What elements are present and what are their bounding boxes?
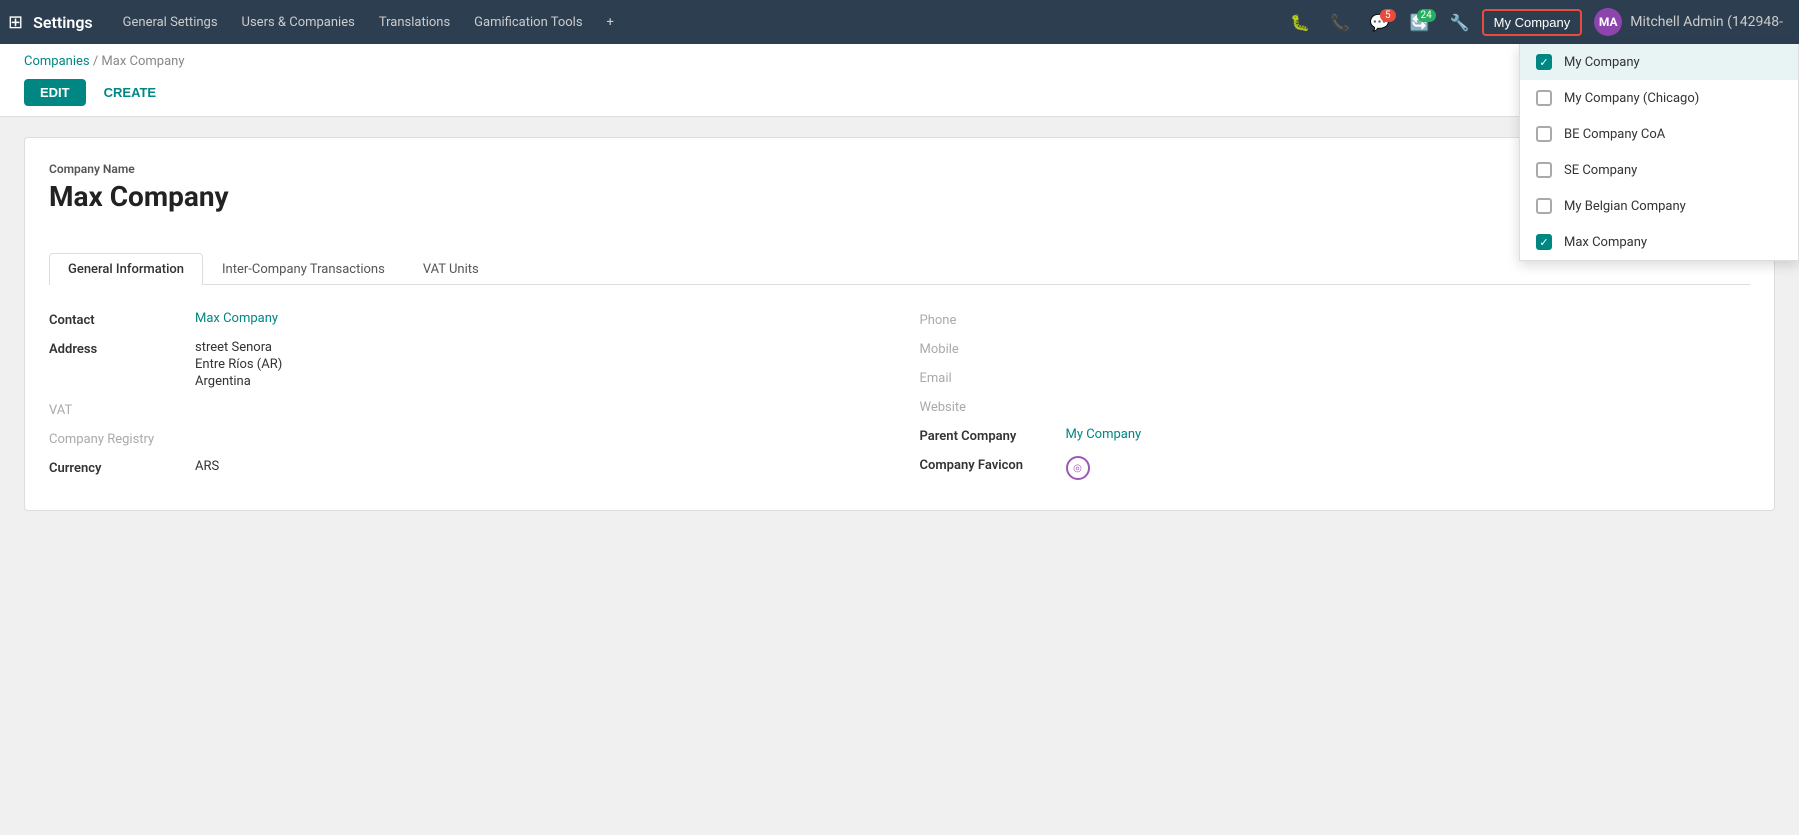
nav-general-settings[interactable]: General Settings (113, 9, 228, 36)
company-name-section: Company Name Max Company (49, 162, 229, 233)
nav-users-companies[interactable]: Users & Companies (232, 9, 365, 36)
nav-translations[interactable]: Translations (369, 9, 460, 36)
address-street: street Senora (195, 340, 282, 355)
mobile-label: Mobile (920, 340, 1050, 357)
chat-icon-btn[interactable]: 💬 5 (1362, 7, 1398, 38)
website-field: Website (920, 392, 1751, 421)
dropdown-checkbox-5[interactable]: ✓ (1536, 234, 1552, 250)
dropdown-label-0: My Company (1564, 55, 1640, 70)
currency-field: Currency ARS (49, 453, 880, 482)
company-header: Company Name Max Company A (49, 162, 1750, 252)
nav-plus[interactable]: + (597, 9, 624, 36)
phone-icon-btn[interactable]: 📞 (1322, 7, 1358, 38)
address-country: Argentina (195, 374, 282, 389)
phone-field: Phone (920, 305, 1751, 334)
user-menu[interactable]: MA Mitchell Admin (142948- (1586, 4, 1791, 40)
nav-gamification-tools[interactable]: Gamification Tools (464, 9, 592, 36)
tab-inter-company[interactable]: Inter-Company Transactions (203, 253, 404, 285)
favicon-icon[interactable]: ◎ (1066, 456, 1090, 480)
company-name-label: Company Name (49, 162, 229, 176)
action-bar: EDIT CREATE 🖨 Print ⚙ Action 1 / 1 (24, 73, 1775, 116)
company-name-value: Max Company (49, 180, 229, 213)
update-icon-btn[interactable]: 🔄 24 (1402, 7, 1438, 38)
vat-label: VAT (49, 401, 179, 418)
breadcrumb-parent[interactable]: Companies (24, 54, 90, 69)
address-region: Entre Ríos (AR) (195, 357, 282, 372)
dropdown-checkbox-0[interactable]: ✓ (1536, 54, 1552, 70)
form-right: Phone Mobile Email Website Parent Compan… (920, 305, 1751, 486)
dropdown-label-5: Max Company (1564, 235, 1647, 250)
parent-company-value[interactable]: My Company (1066, 427, 1142, 442)
mobile-field: Mobile (920, 334, 1751, 363)
website-label: Website (920, 398, 1050, 415)
currency-value: ARS (195, 459, 219, 474)
favicon-label: Company Favicon (920, 456, 1050, 473)
form-left: Contact Max Company Address street Senor… (49, 305, 880, 486)
parent-company-field: Parent Company My Company (920, 421, 1751, 450)
form-section: Contact Max Company Address street Senor… (49, 305, 1750, 486)
dropdown-checkbox-4[interactable] (1536, 198, 1552, 214)
favicon-field: Company Favicon ◎ (920, 450, 1751, 486)
address-field: Address street Senora Entre Ríos (AR) Ar… (49, 334, 880, 395)
breadcrumb: Companies / Max Company (24, 44, 1775, 73)
parent-company-label: Parent Company (920, 427, 1050, 444)
dropdown-checkbox-2[interactable] (1536, 126, 1552, 142)
dropdown-label-1: My Company (Chicago) (1564, 91, 1699, 106)
currency-label: Currency (49, 459, 179, 476)
dropdown-label-3: SE Company (1564, 163, 1637, 178)
address-label: Address (49, 340, 179, 357)
dropdown-item-4[interactable]: My Belgian Company (1520, 188, 1798, 224)
dropdown-item-2[interactable]: BE Company CoA (1520, 116, 1798, 152)
create-button[interactable]: CREATE (94, 79, 166, 106)
registry-label: Company Registry (49, 430, 179, 447)
user-avatar: MA (1594, 8, 1622, 36)
chat-badge: 5 (1380, 9, 1396, 22)
my-company-button[interactable]: My Company (1482, 9, 1583, 36)
contact-value[interactable]: Max Company (195, 311, 278, 326)
edit-button[interactable]: EDIT (24, 79, 86, 106)
wrench-icon-btn[interactable]: 🔧 (1442, 7, 1478, 38)
grid-icon[interactable]: ⊞ (8, 12, 23, 33)
address-value: street Senora Entre Ríos (AR) Argentina (195, 340, 282, 389)
update-badge: 24 (1417, 9, 1436, 22)
user-name: Mitchell Admin (142948- (1630, 14, 1783, 30)
dropdown-label-2: BE Company CoA (1564, 127, 1665, 142)
dropdown-checkbox-1[interactable] (1536, 90, 1552, 106)
registry-field: Company Registry (49, 424, 880, 453)
top-navigation: ⊞ Settings General Settings Users & Comp… (0, 0, 1799, 44)
tabs: General Information Inter-Company Transa… (49, 252, 1750, 285)
vat-field: VAT (49, 395, 880, 424)
contact-label: Contact (49, 311, 179, 328)
email-label: Email (920, 369, 1050, 386)
dropdown-item-5[interactable]: ✓ Max Company (1520, 224, 1798, 260)
bug-icon-btn[interactable]: 🐛 (1282, 7, 1318, 38)
tab-general-information[interactable]: General Information (49, 253, 203, 285)
company-dropdown[interactable]: ✓ My Company My Company (Chicago) BE Com… (1519, 44, 1799, 261)
app-title: Settings (33, 13, 93, 32)
tab-vat-units[interactable]: VAT Units (404, 253, 498, 285)
dropdown-item-0[interactable]: ✓ My Company (1520, 44, 1798, 80)
contact-field: Contact Max Company (49, 305, 880, 334)
breadcrumb-current: Max Company (101, 54, 184, 69)
dropdown-label-4: My Belgian Company (1564, 199, 1686, 214)
phone-label: Phone (920, 311, 1050, 328)
email-field: Email (920, 363, 1751, 392)
dropdown-item-3[interactable]: SE Company (1520, 152, 1798, 188)
dropdown-checkbox-3[interactable] (1536, 162, 1552, 178)
company-card: Company Name Max Company A General Infor… (24, 137, 1775, 511)
avatar-initials: MA (1599, 15, 1618, 29)
dropdown-item-1[interactable]: My Company (Chicago) (1520, 80, 1798, 116)
